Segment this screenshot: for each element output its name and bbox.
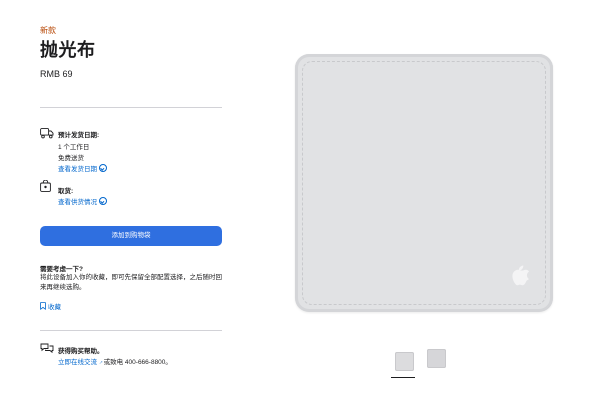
call-text: 或致电 400-666-8800。 xyxy=(103,359,172,366)
selected-thumbnail-indicator xyxy=(391,377,415,378)
availability-link[interactable]: 查看供货情况 xyxy=(58,196,107,206)
product-price: RMB 69 xyxy=(40,69,73,79)
add-to-bag-button[interactable]: 添加到购物袋 xyxy=(40,226,222,246)
product-image xyxy=(295,54,553,312)
delivery-truck-icon xyxy=(40,128,54,139)
save-label[interactable]: 收藏 xyxy=(48,304,61,311)
chevron-down-icon[interactable] xyxy=(99,164,107,172)
shopping-bag-icon xyxy=(40,180,51,192)
chat-link[interactable]: 立即在线交流 ↑ xyxy=(58,359,103,366)
product-stitching xyxy=(302,61,546,305)
help-title: 获得购买帮助。 xyxy=(58,348,104,355)
delivery-label: 预计发货日期: xyxy=(58,132,100,139)
delivery-dates-link[interactable]: 查看发货日期 xyxy=(58,163,107,173)
consider-text: 将此设备加入你的收藏，即可先保留全部配置选择，之后随时回来再继续选购。 xyxy=(40,274,222,291)
product-title: 抛光布 xyxy=(40,40,96,60)
apple-logo-icon xyxy=(512,265,529,286)
new-badge: 新款 xyxy=(40,26,56,35)
chat-link-label[interactable]: 立即在线交流 xyxy=(58,359,97,366)
arrow-up-right-icon[interactable]: ↑ xyxy=(97,360,103,366)
consider-title: 需要考虑一下? xyxy=(40,266,83,273)
delivery-time: 1 个工作日 xyxy=(58,144,90,151)
pickup-label: 取货: xyxy=(58,188,74,195)
bookmark-icon[interactable] xyxy=(40,302,46,310)
help-line: 立即在线交流 ↑ 或致电 400-666-8800。 xyxy=(58,356,172,366)
divider xyxy=(40,107,222,108)
availability-link-label[interactable]: 查看供货情况 xyxy=(58,199,97,206)
chat-bubbles-icon xyxy=(40,343,54,353)
thumbnail-2[interactable] xyxy=(427,349,446,368)
delivery-dates-link-label[interactable]: 查看发货日期 xyxy=(58,166,97,173)
chevron-down-icon[interactable] xyxy=(99,197,107,205)
thumbnail-1[interactable] xyxy=(395,352,414,371)
divider xyxy=(40,330,222,331)
save-link[interactable]: 收藏 xyxy=(40,301,61,311)
free-shipping: 免费送货 xyxy=(58,155,84,162)
